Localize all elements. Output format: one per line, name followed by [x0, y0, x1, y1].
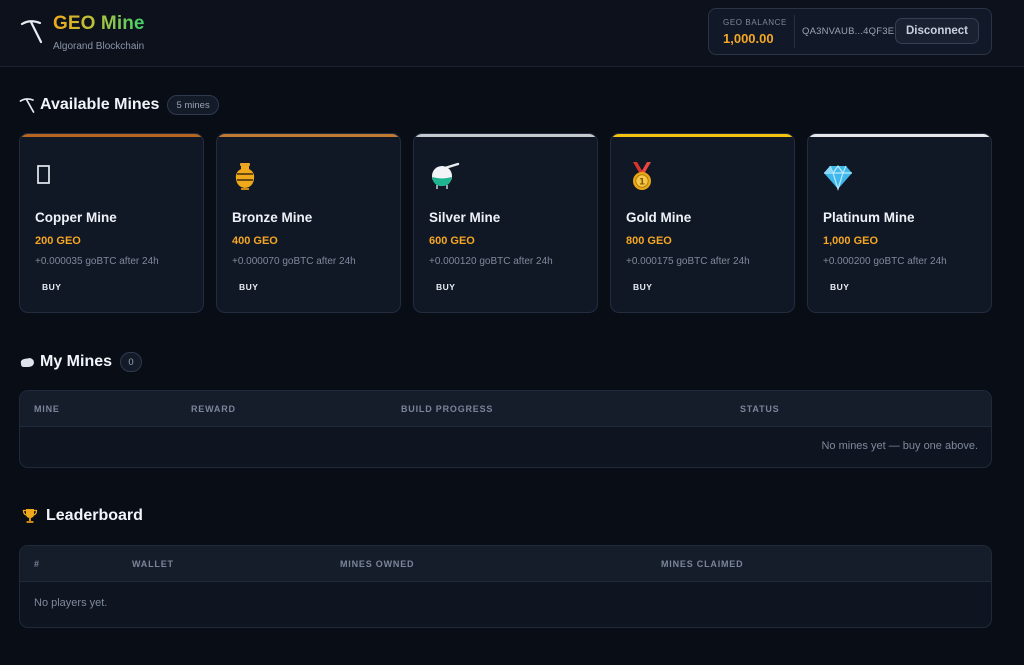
table-header: # WALLET MINES OWNED MINES CLAIMED: [20, 546, 991, 582]
leaderboard-table: # WALLET MINES OWNED MINES CLAIMED No pl…: [19, 545, 992, 628]
available-mines-heading: Available Mines 5 mines: [19, 95, 219, 115]
mine-name: Silver Mine: [429, 210, 501, 225]
mine-price: 1,000 GEO: [823, 235, 879, 247]
card-accent-bar: [217, 134, 400, 137]
pickaxe-icon: [20, 20, 43, 44]
mine-reward: +0.000070 goBTC after 24h: [232, 256, 356, 267]
mine-reward: +0.000175 goBTC after 24h: [626, 256, 750, 267]
empty-state-message: No players yet.: [34, 597, 108, 609]
wallet-divider: [794, 15, 795, 48]
trophy-icon: [22, 509, 38, 523]
buy-button-silver[interactable]: BUY: [429, 278, 462, 296]
mine-card-copper: Copper Mine 200 GEO +0.000035 goBTC afte…: [19, 133, 204, 313]
column-header-status: STATUS: [740, 404, 780, 414]
column-header-mines-owned: MINES OWNED: [340, 559, 415, 569]
mine-reward: +0.000035 goBTC after 24h: [35, 256, 159, 267]
column-header-mine: MINE: [34, 404, 60, 414]
mine-price: 400 GEO: [232, 235, 278, 247]
buy-button-bronze[interactable]: BUY: [232, 278, 265, 296]
mine-name: Copper Mine: [35, 210, 117, 225]
column-header-wallet: WALLET: [132, 559, 174, 569]
buy-button-platinum[interactable]: BUY: [823, 278, 856, 296]
column-header-rank: #: [34, 559, 40, 569]
table-body: No players yet.: [20, 582, 991, 627]
gem-icon: [824, 164, 852, 191]
mines-count-badge: 5 mines: [167, 95, 219, 115]
mine-name: Gold Mine: [626, 210, 692, 225]
amphora-icon: [235, 163, 255, 190]
my-mines-count-badge: 0: [120, 352, 143, 372]
mine-price: 600 GEO: [429, 235, 475, 247]
mine-card-silver: Silver Mine 600 GEO +0.000120 goBTC afte…: [413, 133, 598, 313]
column-header-build-progress: BUILD PROGRESS: [401, 404, 494, 414]
mine-price: 800 GEO: [626, 235, 672, 247]
mine-name: Platinum Mine: [823, 210, 915, 225]
rock-icon: [20, 358, 34, 367]
card-accent-bar: [20, 134, 203, 137]
leaderboard-heading: Leaderboard: [19, 507, 143, 525]
my-mines-heading: My Mines 0: [19, 352, 143, 372]
balance-label: GEO BALANCE: [723, 18, 787, 27]
available-mines-title: Available Mines: [40, 96, 160, 113]
pickaxe-icon: [19, 98, 35, 113]
empty-state-message: No mines yet — buy one above.: [821, 440, 978, 452]
column-header-mines-claimed: MINES CLAIMED: [661, 559, 744, 569]
wallet-panel: GEO BALANCE 1,000.00 QA3NVAUB...4QF3E Di…: [708, 8, 992, 55]
mine-card-bronze: Bronze Mine 400 GEO +0.000070 goBTC afte…: [216, 133, 401, 313]
svg-text:1: 1: [639, 178, 645, 188]
brand-subtitle: Algorand Blockchain: [53, 41, 145, 52]
mine-reward: +0.000120 goBTC after 24h: [429, 256, 553, 267]
medal-icon: 1: [633, 162, 651, 190]
buy-button-gold[interactable]: BUY: [626, 278, 659, 296]
my-mines-title: My Mines: [40, 353, 113, 370]
card-accent-bar: [611, 134, 794, 137]
card-accent-bar: [808, 134, 991, 137]
my-mines-table: MINE REWARD BUILD PROGRESS STATUS No min…: [19, 390, 992, 468]
buy-button-copper[interactable]: BUY: [35, 278, 68, 296]
column-header-reward: REWARD: [191, 404, 236, 414]
brand-title: GEO Mine: [53, 13, 145, 34]
disconnect-button[interactable]: Disconnect: [895, 18, 979, 44]
missing-glyph-icon: [37, 165, 50, 184]
leaderboard-title: Leaderboard: [46, 507, 143, 524]
table-body: No mines yet — buy one above.: [20, 427, 991, 467]
mine-card-gold: 1 Gold Mine 800 GEO +0.000175 goBTC afte…: [610, 133, 795, 313]
balance-value: 1,000.00: [723, 31, 774, 46]
card-accent-bar: [414, 134, 597, 137]
mine-price: 200 GEO: [35, 235, 81, 247]
app-header: GEO Mine Algorand Blockchain GEO BALANCE…: [0, 0, 1024, 67]
mine-reward: +0.000200 goBTC after 24h: [823, 256, 947, 267]
mine-card-platinum: Platinum Mine 1,000 GEO +0.000200 goBTC …: [807, 133, 992, 313]
flask-icon: [432, 162, 460, 189]
mine-name: Bronze Mine: [232, 210, 313, 225]
wallet-address: QA3NVAUB...4QF3E: [802, 26, 895, 37]
table-header: MINE REWARD BUILD PROGRESS STATUS: [20, 391, 991, 427]
mine-cards: Copper Mine 200 GEO +0.000035 goBTC afte…: [19, 133, 992, 313]
